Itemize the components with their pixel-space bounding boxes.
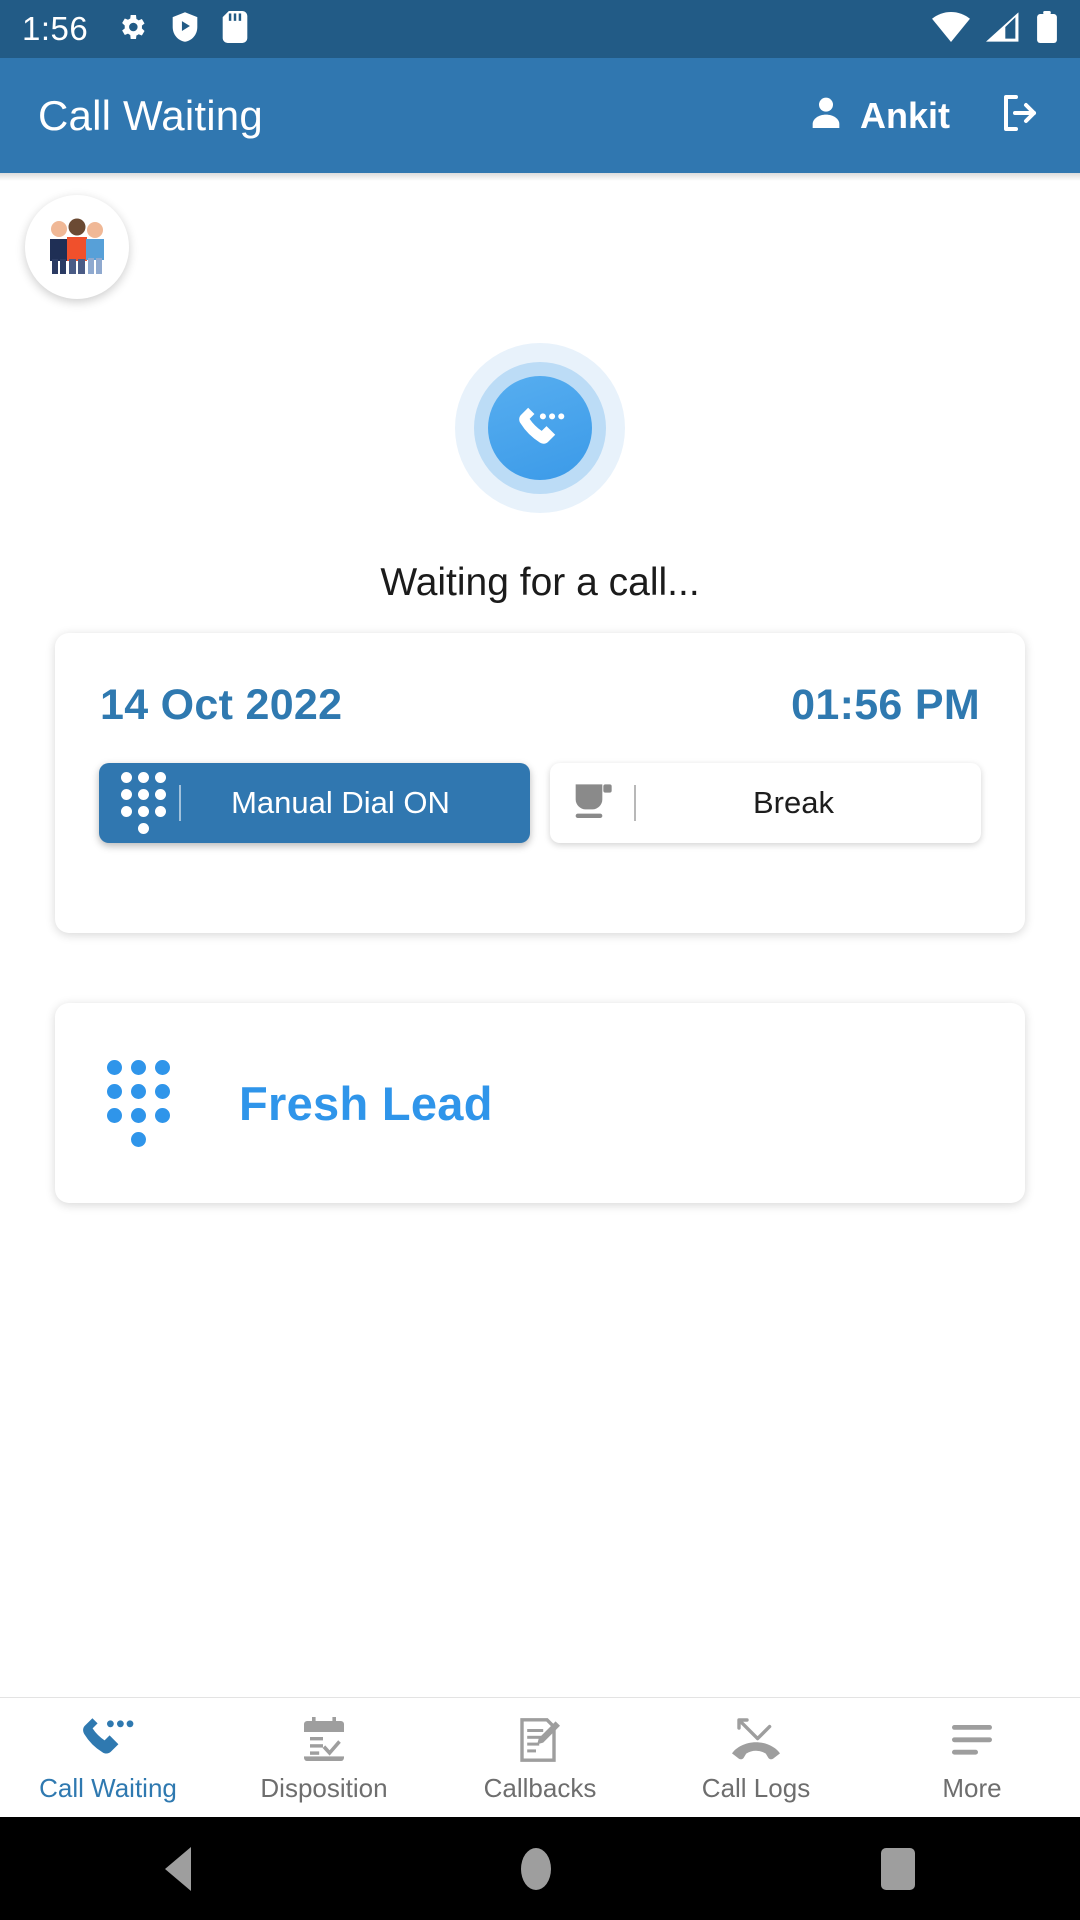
date-time-row: 14 Oct 2022 01:56 PM (55, 633, 1025, 730)
battery-icon (1036, 10, 1058, 48)
nav-item-disposition[interactable]: Disposition (216, 1711, 432, 1804)
nav-label: Call Waiting (39, 1773, 177, 1803)
toggle-separator (634, 785, 636, 821)
avatar[interactable] (25, 195, 129, 299)
menu-lines-icon (948, 1711, 996, 1763)
bottom-navigation: Call Waiting Disposition Callbacks Call … (0, 1697, 1080, 1817)
toggle-separator (179, 785, 181, 821)
nav-item-call-waiting[interactable]: Call Waiting (0, 1711, 216, 1804)
back-triangle-icon[interactable] (165, 1846, 191, 1891)
main-content: Waiting for a call... 14 Oct 2022 01:56 … (0, 173, 1080, 1697)
user-name-label: Ankit (860, 94, 950, 136)
status-card: 14 Oct 2022 01:56 PM Manual Dial ON Brea… (55, 633, 1025, 933)
app-bar-actions: Ankit (806, 89, 1044, 142)
current-date: 14 Oct 2022 (100, 681, 343, 729)
status-bar-right-icons (932, 10, 1058, 48)
toggle-row: Manual Dial ON Break (55, 730, 1025, 843)
phone-screen: 1:56 Call Waiting Ankit Waiting for a ca… (0, 0, 1080, 1920)
gear-icon (116, 11, 148, 48)
status-bar: 1:56 (0, 0, 1080, 58)
app-bar: Call Waiting Ankit (0, 58, 1080, 173)
cellular-signal-icon (986, 11, 1020, 47)
nav-label: More (942, 1773, 1002, 1803)
break-button[interactable]: Break (550, 763, 981, 843)
phone-call-waiting-icon (455, 343, 625, 513)
nav-label: Disposition (260, 1773, 388, 1803)
status-bar-clock: 1:56 (22, 10, 89, 47)
person-icon (806, 93, 846, 138)
nav-label: Callbacks (483, 1773, 597, 1803)
nav-item-more[interactable]: More (864, 1711, 1080, 1804)
page-title: Call Waiting (38, 91, 263, 139)
waiting-status-text: Waiting for a call... (380, 561, 700, 604)
android-navigation-bar (0, 1817, 1080, 1920)
current-time: 01:56 PM (791, 681, 980, 729)
group-of-people-icon (44, 215, 110, 280)
dialpad-icon (107, 1059, 170, 1147)
user-profile-button[interactable]: Ankit (806, 93, 950, 138)
fresh-lead-card[interactable]: Fresh Lead (55, 1003, 1025, 1203)
nav-item-call-logs[interactable]: Call Logs (648, 1711, 864, 1804)
waiting-hero: Waiting for a call... (0, 343, 1080, 605)
coffee-cup-icon (572, 781, 616, 826)
sd-card-icon (222, 10, 248, 48)
nav-label: Call Logs (701, 1773, 811, 1803)
calendar-check-icon (300, 1711, 348, 1763)
missed-call-icon (730, 1711, 782, 1763)
fresh-lead-label: Fresh Lead (239, 1076, 493, 1130)
manual-dial-toggle[interactable]: Manual Dial ON (99, 763, 530, 843)
recents-square-icon[interactable] (881, 1847, 915, 1890)
nav-item-callbacks[interactable]: Callbacks (432, 1711, 648, 1804)
phone-call-waiting-icon (82, 1711, 134, 1763)
logout-icon[interactable] (996, 89, 1044, 142)
pulse-ring-inner (474, 362, 606, 494)
break-label: Break (753, 785, 834, 820)
manual-dial-label: Manual Dial ON (231, 785, 450, 820)
document-pencil-icon (516, 1711, 564, 1763)
wifi-icon (932, 11, 970, 47)
dialpad-icon (121, 772, 166, 834)
home-circle-icon[interactable] (521, 1847, 551, 1890)
phone-icon-circle (488, 376, 592, 480)
shield-play-icon (170, 11, 200, 48)
status-bar-left-icons (116, 10, 248, 48)
